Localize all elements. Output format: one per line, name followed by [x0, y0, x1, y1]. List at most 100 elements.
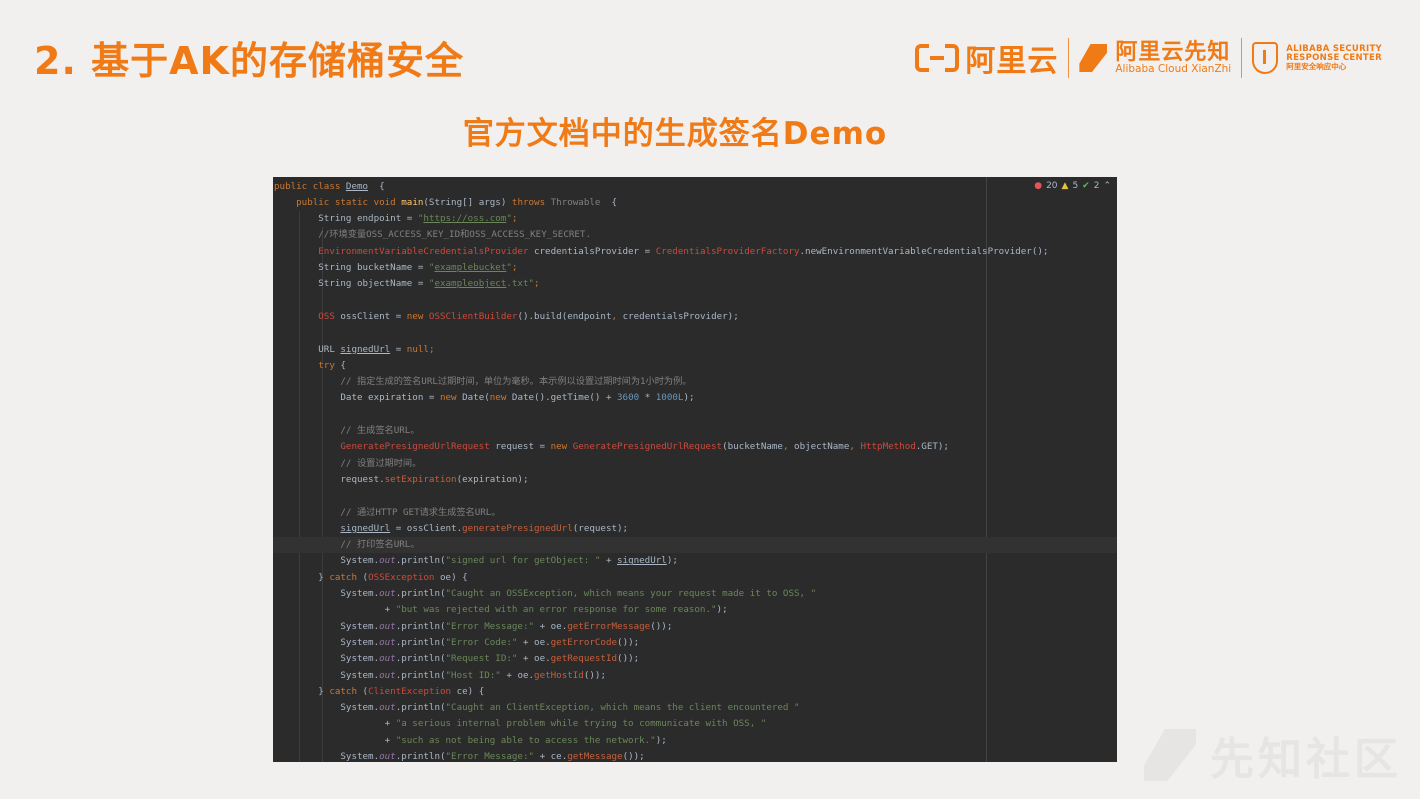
xianzhi-logo: 阿里云先知 Alibaba Cloud XianZhi	[1079, 41, 1231, 75]
code-token: exampleobject	[434, 278, 507, 290]
code-line: System.out.println("Caught an OSSExcepti…	[273, 586, 1117, 602]
code-token: + ce.	[534, 751, 568, 762]
code-token: + oe.	[534, 620, 568, 632]
code-token: );	[683, 392, 695, 404]
code-token: ClientException	[368, 685, 452, 697]
code-token: System.	[274, 555, 380, 567]
code-token: // 打印签名URL。	[274, 539, 420, 551]
code-token: System.	[274, 653, 380, 665]
code-line: System.out.println("signed url for getOb…	[273, 553, 1117, 569]
code-token: "signed url for getObject: "	[445, 555, 601, 567]
xianzhi-logo-icon	[1079, 43, 1108, 72]
code-token: https://oss.com	[423, 213, 507, 225]
code-token: oe) {	[434, 571, 468, 583]
code-token: System.	[274, 702, 380, 714]
code-line: public class Demo {	[273, 179, 1117, 195]
code-token: CredentialsProviderFactory	[655, 245, 800, 257]
code-token: new	[489, 392, 512, 404]
code-token: "Request ID:"	[445, 653, 518, 665]
code-token: "Error Message:"	[445, 751, 535, 762]
code-token: HttpMethod	[860, 441, 916, 453]
code-token: .println(	[395, 653, 446, 665]
code-token: out	[379, 555, 396, 567]
logo-divider	[1241, 38, 1243, 78]
code-token: // 通过HTTP GET请求生成签名URL。	[274, 506, 501, 518]
code-token: out	[379, 636, 396, 648]
code-token: .println(	[395, 620, 446, 632]
code-token: System.	[274, 669, 380, 681]
logo-bar: 阿里云 阿里云先知 Alibaba Cloud XianZhi ALIBABA …	[915, 36, 1382, 80]
code-token: new	[439, 392, 463, 404]
code-token: ,	[849, 441, 861, 453]
code-token: public static void	[296, 196, 402, 208]
code-token: signedUrl	[340, 522, 391, 534]
code-token: Throwable	[550, 196, 601, 208]
code-token: out	[379, 588, 396, 599]
xianzhi-logo-en: Alibaba Cloud XianZhi	[1115, 63, 1232, 76]
code-token: "Error Message:"	[445, 620, 535, 632]
code-token: .txt"	[506, 278, 535, 290]
code-token: getRequestId	[550, 653, 618, 665]
code-line: System.out.println("Caught an ClientExce…	[273, 700, 1117, 716]
code-line: + "such as not being able to access the …	[273, 733, 1117, 749]
code-token: out	[379, 751, 396, 762]
code-line: } catch (ClientException ce) {	[273, 684, 1117, 700]
code-token: getErrorMessage	[567, 620, 651, 632]
code-line: Date expiration = new Date(new Date().ge…	[273, 390, 1117, 406]
code-line: OSS ossClient = new OSSClientBuilder().b…	[273, 309, 1117, 325]
code-token: ce) {	[451, 685, 485, 697]
code-line: EnvironmentVariableCredentialsProvider c…	[273, 244, 1117, 260]
code-token: *	[639, 392, 656, 404]
code-line: System.out.println("Error Code:" + oe.ge…	[273, 635, 1117, 651]
code-token: + oe.	[500, 669, 535, 681]
shield-icon	[1252, 42, 1279, 74]
code-token: getHostId	[534, 669, 584, 681]
aliyun-logo-icon	[915, 44, 960, 72]
code-token: // 指定生成的签名URL过期时间，单位为毫秒。本示例以设置过期时间为1小时为例…	[274, 376, 692, 388]
code-token: null	[406, 343, 429, 355]
code-token: "Error Code:"	[445, 636, 518, 648]
code-token: ;	[534, 278, 540, 290]
code-token: ());	[622, 751, 645, 762]
aliyun-logo: 阿里云	[915, 36, 1058, 80]
code-token: throws	[511, 196, 551, 208]
code-token: 3600	[617, 392, 640, 404]
code-token: .println(	[395, 751, 446, 762]
code-token: public class	[274, 180, 346, 192]
code-token: =	[390, 343, 407, 355]
code-token: request =	[489, 441, 551, 453]
code-line: + "but was rejected with an error respon…	[273, 602, 1117, 618]
code-token: {	[340, 359, 346, 371]
code-token: Date expiration =	[274, 392, 440, 404]
code-token: ,	[611, 310, 623, 322]
code-line: signedUrl = ossClient.generatePresignedU…	[273, 521, 1117, 537]
code-token: OSSException	[368, 571, 435, 583]
code-line: try {	[273, 358, 1117, 374]
code-line: public static void main(String[] args) t…	[273, 195, 1117, 211]
code-token: // 设置过期时间。	[274, 457, 422, 469]
code-token: ());	[617, 636, 640, 648]
code-token: String objectName =	[274, 278, 429, 290]
slide-title: 2. 基于AK的存储桶安全	[34, 39, 464, 83]
code-token: (expiration);	[456, 473, 529, 485]
code-token: System.	[274, 751, 380, 762]
code-token: ());	[617, 653, 640, 665]
code-token: 1000L	[655, 392, 684, 404]
asrc-logo-line3: 阿里安全响应中心	[1286, 62, 1347, 72]
code-token: System.	[274, 636, 380, 648]
code-token: ());	[583, 669, 606, 681]
code-token: main	[401, 196, 424, 208]
code-token: .println(	[395, 588, 446, 599]
code-token: }	[274, 685, 330, 697]
code-line: URL signedUrl = null;	[273, 342, 1117, 358]
code-token: }	[274, 571, 330, 583]
code-token: "Caught an OSSException, which means you…	[445, 588, 817, 599]
code-line: GeneratePresignedUrlRequest request = ne…	[273, 439, 1117, 455]
code-token: // 生成签名URL。	[274, 425, 420, 436]
logo-divider	[1068, 38, 1070, 78]
code-token: .println(	[395, 555, 446, 567]
